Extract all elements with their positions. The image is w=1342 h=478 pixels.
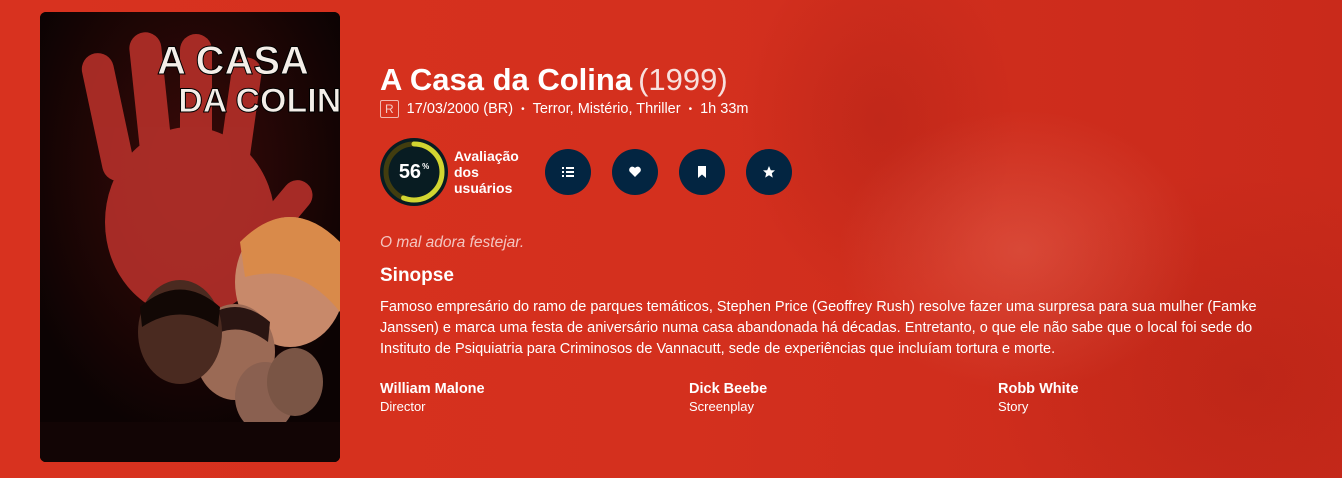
genres-link[interactable]: Terror, Mistério, Thriller: [533, 101, 681, 117]
score-label: Avaliação dos usuários: [454, 148, 519, 196]
add-to-list-button[interactable]: [545, 149, 591, 195]
runtime: 1h 33m: [700, 101, 749, 117]
actions-bar: 56% Avaliação dos usuários: [380, 138, 1310, 206]
crew-member: William Malone Director: [380, 380, 689, 416]
score-number: 56: [398, 160, 422, 183]
crew-member: Dick Beebe Screenplay: [689, 380, 998, 416]
favorite-button[interactable]: [612, 149, 658, 195]
crew-role: Director: [380, 399, 426, 414]
movie-facts: R 17/03/2000 (BR) • Terror, Mistério, Th…: [380, 100, 1310, 118]
tagline: O mal adora festejar.: [380, 234, 525, 251]
score-value: 56%: [380, 138, 448, 206]
movie-info: A Casa da Colina (1999) R 17/03/2000 (BR)…: [380, 62, 1310, 416]
release-date: 17/03/2000 (BR): [406, 101, 514, 117]
overview-text: Famoso empresário do ramo de parques tem…: [380, 299, 1257, 357]
crew-name[interactable]: Robb White: [998, 380, 1307, 398]
crew-name[interactable]: William Malone: [380, 380, 689, 398]
user-score-chart[interactable]: 56%: [380, 138, 448, 206]
poster-title-line2: DA COLINA: [178, 82, 340, 120]
separator-dot: •: [688, 103, 693, 115]
crew-name[interactable]: Dick Beebe: [689, 380, 998, 398]
bookmark-icon: [698, 166, 706, 178]
overview-heading: Sinopse: [380, 265, 454, 286]
heart-icon: [629, 166, 641, 177]
watchlist-button[interactable]: [679, 149, 725, 195]
movie-year: (1999): [638, 62, 728, 97]
movie-title[interactable]: A Casa da Colina: [380, 62, 632, 97]
star-icon: [763, 166, 775, 178]
separator-dot: •: [521, 103, 525, 115]
movie-poster[interactable]: A CASA DA COLINA: [40, 12, 340, 462]
crew-member: Robb White Story: [998, 380, 1307, 416]
crew-role: Story: [998, 399, 1029, 414]
score-unit: %: [422, 161, 430, 171]
crew-role: Screenplay: [689, 399, 755, 414]
rate-button[interactable]: [746, 149, 792, 195]
poster-title-line1: A CASA: [157, 39, 309, 83]
crew-list: William Malone Director Dick Beebe Scree…: [380, 380, 1310, 416]
certification-badge: R: [380, 100, 399, 118]
list-icon: [562, 167, 574, 177]
movie-title-row: A Casa da Colina (1999): [380, 62, 1310, 98]
poster-artwork: A CASA DA COLINA: [40, 12, 340, 462]
